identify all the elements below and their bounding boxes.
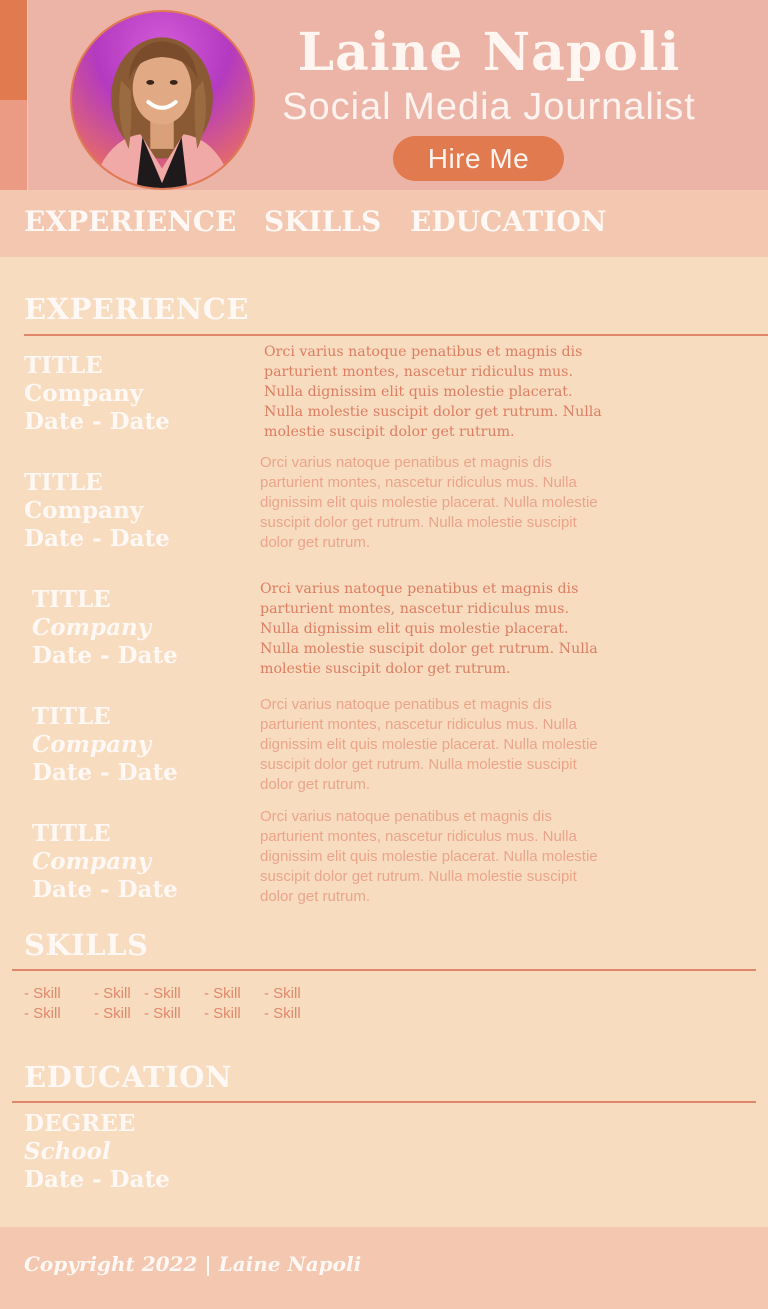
job-1-info: TITLE Company Date - Date <box>24 352 170 436</box>
job-3-dates: Date - Date <box>32 642 178 669</box>
profile-photo-icon <box>91 37 234 188</box>
education-dates: Date - Date <box>24 1166 170 1193</box>
experience-divider <box>24 334 768 336</box>
skill-item: - Skill <box>24 985 61 1002</box>
nav-skills[interactable]: SKILLS <box>264 205 381 238</box>
job-5-dates: Date - Date <box>32 876 178 903</box>
job-4-description: Orci varius natoque penatibus et magnis … <box>260 696 598 793</box>
person-role: Social Media Journalist <box>282 86 696 128</box>
skills-heading: SKILLS <box>24 928 149 962</box>
job-1-company: Company <box>24 380 144 407</box>
nav-experience[interactable]: EXPERIENCE <box>24 205 236 238</box>
job-2-company: Company <box>24 497 144 524</box>
decor-bar-top <box>0 0 27 100</box>
job-5-description: Orci varius natoque penatibus et magnis … <box>260 808 598 905</box>
skill-item: - Skill <box>204 1005 241 1022</box>
job-2-dates: Date - Date <box>24 525 170 552</box>
education-heading: EDUCATION <box>24 1060 232 1094</box>
skill-item: - Skill <box>264 1005 301 1022</box>
job-5-info: TITLE Company Date - Date <box>32 820 178 904</box>
job-5-title: TITLE <box>32 820 111 847</box>
avatar <box>70 10 255 190</box>
education-entry: DEGREE School Date - Date <box>24 1110 170 1194</box>
skill-item: - Skill <box>24 1005 61 1022</box>
job-1-description: Orci varius natoque penatibus et magnis … <box>264 344 602 440</box>
school-name: School <box>24 1138 111 1165</box>
job-3-info: TITLE Company Date - Date <box>32 586 178 670</box>
job-1-dates: Date - Date <box>24 408 170 435</box>
job-2-info: TITLE Company Date - Date <box>24 469 170 553</box>
skill-item: - Skill <box>94 985 131 1002</box>
decor-bar-bottom <box>0 100 27 190</box>
hire-me-button[interactable]: Hire Me <box>393 136 564 181</box>
skill-item: - Skill <box>204 985 241 1002</box>
skills-divider <box>12 969 756 971</box>
job-4-company: Company <box>32 731 152 758</box>
job-5-company: Company <box>32 848 152 875</box>
skill-item: - Skill <box>94 1005 131 1022</box>
job-3-title: TITLE <box>32 586 111 613</box>
job-3-company: Company <box>32 614 152 641</box>
decor-divider <box>27 0 28 190</box>
education-divider <box>12 1101 756 1103</box>
experience-heading: EXPERIENCE <box>24 292 249 326</box>
job-4-dates: Date - Date <box>32 759 178 786</box>
job-4-title: TITLE <box>32 703 111 730</box>
degree-title: DEGREE <box>24 1110 136 1137</box>
job-2-title: TITLE <box>24 469 103 496</box>
job-3-description: Orci varius natoque penatibus et magnis … <box>260 581 598 677</box>
job-1-title: TITLE <box>24 352 103 379</box>
job-2-description: Orci varius natoque penatibus et magnis … <box>260 454 598 551</box>
skill-item: - Skill <box>144 1005 181 1022</box>
skill-item: - Skill <box>264 985 301 1002</box>
skill-item: - Skill <box>144 985 181 1002</box>
person-name: Laine Napoli <box>297 22 681 83</box>
job-4-info: TITLE Company Date - Date <box>32 703 178 787</box>
nav-education[interactable]: EDUCATION <box>410 205 606 238</box>
copyright-text: Copyright 2022 | Laine Napoli <box>24 1252 362 1276</box>
